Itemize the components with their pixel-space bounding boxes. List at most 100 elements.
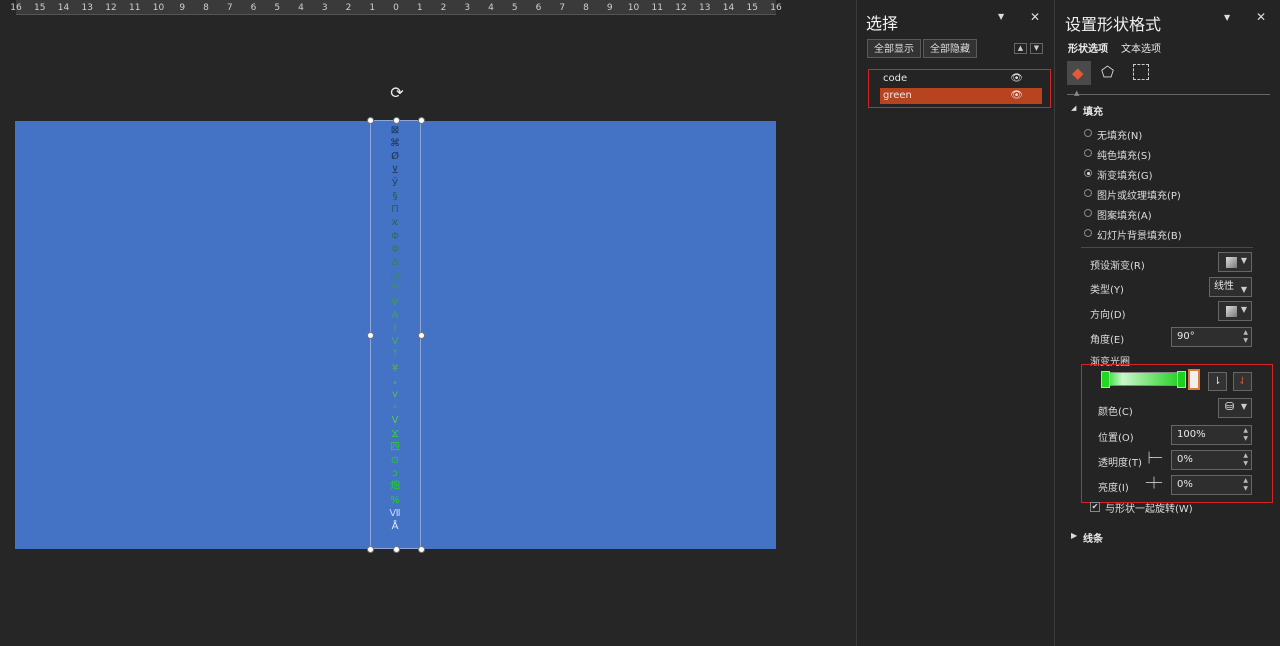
direction-dropdown[interactable]: ▼ (1218, 301, 1252, 321)
brightness-slider-icon[interactable]: ─┼─ (1146, 478, 1162, 489)
fill-line-tab[interactable]: ◆ (1067, 61, 1091, 85)
color-label: 颜色(C) (1098, 407, 1133, 418)
angle-input[interactable]: 90° ▲ ▼ (1171, 327, 1252, 347)
ruler-tick-label: 2 (345, 3, 352, 13)
glyph: Ӱ (391, 177, 399, 189)
size-properties-icon[interactable] (1133, 64, 1149, 80)
bring-forward-icon[interactable]: ▲ (1014, 43, 1027, 54)
gradient-stops-bar[interactable] (1107, 372, 1182, 386)
chevron-down-icon[interactable]: ▼ (998, 12, 1004, 21)
ruler-tick-label: 5 (274, 3, 281, 13)
fill-option-radio[interactable] (1084, 229, 1092, 237)
tab-text-options[interactable]: 文本选项 (1121, 40, 1161, 55)
ruler-tick-label: 13 (699, 3, 711, 13)
resize-handle[interactable] (366, 545, 374, 553)
ruler-tick-label: 7 (559, 3, 566, 13)
format-pane-title: 设置形状格式 (1065, 15, 1162, 34)
glyph: Φ (391, 230, 399, 242)
close-icon[interactable]: ✕ (1030, 10, 1040, 24)
remove-stop-icon[interactable]: ⇃ (1233, 372, 1252, 391)
resize-handle[interactable] (417, 545, 425, 553)
ruler-tick-label: 3 (321, 3, 328, 13)
ruler-tick-label: 15 (746, 3, 758, 13)
preset-gradient-label: 预设渐变(R) (1090, 261, 1145, 272)
eye-icon[interactable]: 👁 (1010, 71, 1023, 87)
fill-option-radio[interactable] (1084, 169, 1092, 177)
ruler-tick-label: 1 (416, 3, 423, 13)
glyph: ϰ (391, 217, 399, 229)
fill-option-label[interactable]: 幻灯片背景填充(B) (1097, 227, 1182, 242)
ruler-tick-label: 10 (627, 3, 640, 13)
expand-triangle-icon[interactable]: ▶ (1071, 531, 1077, 540)
resize-handle[interactable] (417, 331, 425, 339)
close-icon[interactable]: ✕ (1256, 10, 1266, 24)
add-stop-icon[interactable]: ⇂ (1208, 372, 1227, 391)
horizontal-ruler: 16 15 14 13 12 11 10 9 8 7 6 5 4 3 2 1 0 1 2 3 4 5 6 7 8 9 10 11 12 1… (10, 0, 782, 15)
transparency-input[interactable]: 0% ▲ ▼ (1171, 450, 1252, 470)
ruler-tick-label: 16 (10, 3, 22, 13)
layer-item-code[interactable]: code 👁 (880, 71, 1042, 87)
tab-underline (1067, 94, 1270, 95)
brightness-input[interactable]: 0% ▲ ▼ (1171, 475, 1252, 495)
fill-option-label[interactable]: 渐变填充(G) (1097, 167, 1153, 182)
glyph: □ (390, 270, 400, 282)
glyph: Δ (391, 257, 399, 269)
ruler-tick-label: 8 (203, 3, 209, 13)
resize-handle[interactable] (366, 116, 374, 124)
glyph: Ø (391, 151, 399, 163)
fill-option-radio[interactable] (1084, 129, 1092, 137)
color-picker-dropdown[interactable]: ⛁ ▼ (1218, 398, 1252, 418)
resize-handle[interactable] (392, 545, 400, 553)
glyph: Å (391, 521, 399, 533)
glyph: 四 (390, 441, 400, 453)
ruler-tick-label: 11 (651, 3, 663, 13)
collapse-triangle-icon[interactable]: ◢ (1071, 104, 1076, 112)
ruler-tick-label: 10 (152, 3, 165, 13)
glyph: A (391, 309, 399, 321)
glyph: § (392, 191, 398, 203)
resize-handle[interactable] (392, 116, 400, 124)
effects-pentagon-icon[interactable]: ⬠ (1101, 63, 1114, 81)
resize-handle[interactable] (366, 331, 374, 339)
gradient-stop-1[interactable] (1101, 371, 1110, 388)
fill-option-radio[interactable] (1084, 149, 1092, 157)
fill-option-label[interactable]: 图案填充(A) (1097, 207, 1152, 222)
eye-icon[interactable]: 👁 (1010, 88, 1023, 104)
chevron-down-icon[interactable]: ▼ (1224, 13, 1230, 22)
gradient-stop-selected[interactable] (1188, 369, 1200, 390)
type-dropdown[interactable]: 线性 ▼ (1209, 277, 1252, 297)
preset-gradient-dropdown[interactable]: ▼ (1218, 252, 1252, 272)
fill-option-label[interactable]: 图片或纹理填充(P) (1097, 187, 1181, 202)
fill-option-label[interactable]: 纯色填充(S) (1097, 147, 1151, 162)
layer-item-green[interactable]: green 👁 (880, 88, 1042, 104)
glyph: ◦ (392, 402, 398, 414)
show-all-button[interactable]: 全部显示 (867, 39, 921, 58)
gradient-stop-2[interactable] (1177, 371, 1186, 388)
glyph: Π (391, 204, 399, 216)
resize-handle[interactable] (417, 116, 425, 124)
fill-option-radio[interactable] (1084, 189, 1092, 197)
transparency-slider-icon[interactable]: ├── (1146, 453, 1162, 464)
hide-all-button[interactable]: 全部隐藏 (923, 39, 977, 58)
fill-option-radio[interactable] (1084, 209, 1092, 217)
paint-bucket-icon: ◆ (1072, 64, 1084, 82)
rotate-with-shape-checkbox[interactable]: ✔ (1090, 502, 1100, 512)
position-input[interactable]: 100% ▲ ▼ (1171, 425, 1252, 445)
format-shape-pane (1055, 0, 1280, 646)
glyph: Ⴕ (391, 283, 399, 295)
selection-pane-title: 选择 (866, 14, 899, 33)
brightness-label: 亮度(I) (1098, 483, 1129, 494)
ruler-tick-label: 13 (81, 3, 93, 13)
transparency-label: 透明度(T) (1098, 458, 1142, 469)
fill-section-header[interactable]: 填充 (1083, 103, 1103, 118)
rotate-handle-icon[interactable]: ⟳ (388, 84, 406, 102)
ruler-tick-label: 8 (583, 3, 589, 13)
fill-option-label[interactable]: 无填充(N) (1097, 127, 1142, 142)
ruler-tick-label: 9 (606, 3, 613, 13)
ruler-tick-label: 11 (129, 3, 141, 13)
tab-shape-options[interactable]: 形状选项 (1068, 40, 1108, 55)
direction-label: 方向(D) (1090, 310, 1126, 321)
send-backward-icon[interactable]: ▼ (1030, 43, 1043, 54)
line-section-header[interactable]: 线条 (1083, 530, 1103, 545)
ruler-tick-label: 0 (393, 3, 399, 13)
